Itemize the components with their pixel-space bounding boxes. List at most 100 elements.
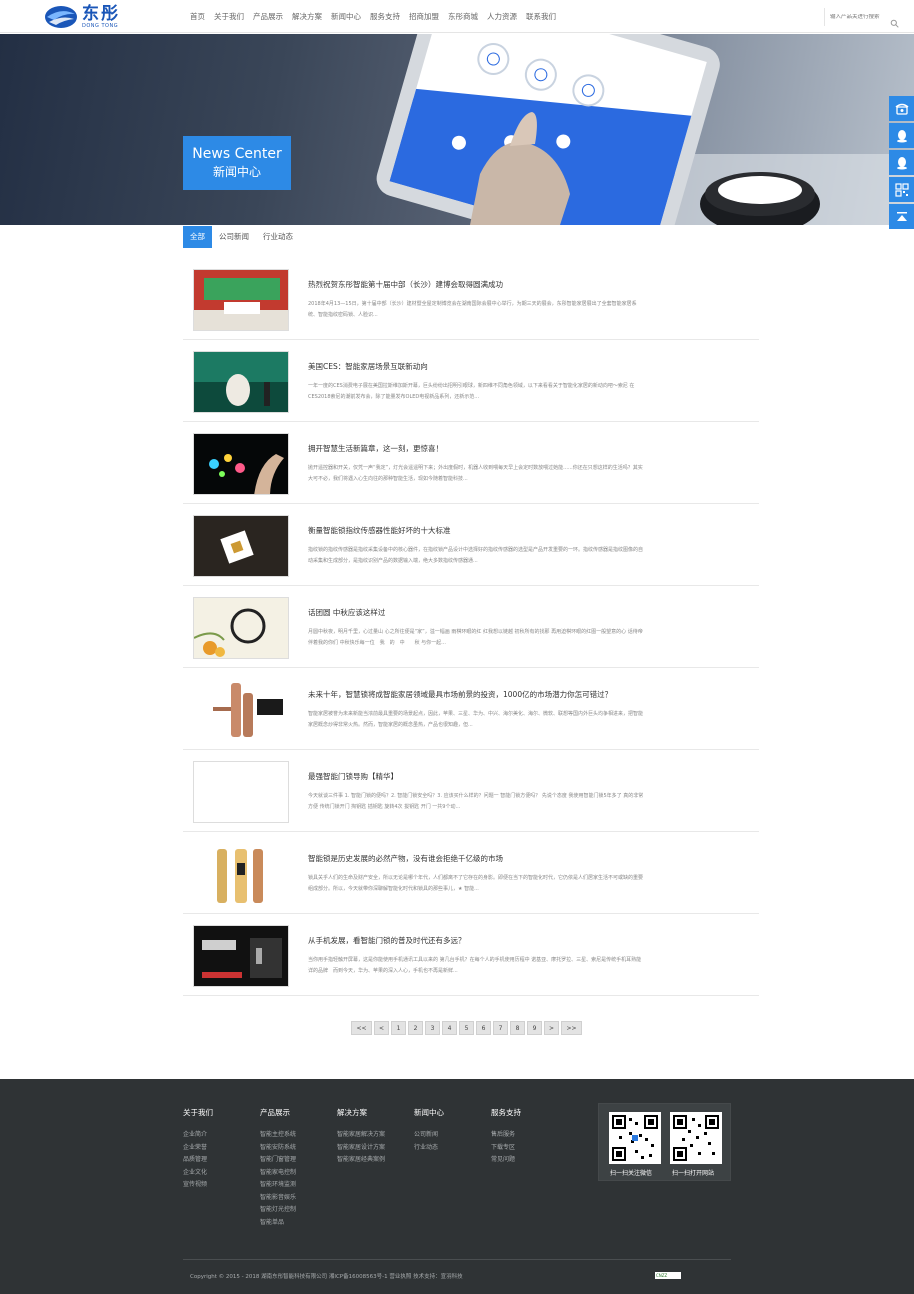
pager-page[interactable]: 8 bbox=[510, 1021, 525, 1035]
footer-link[interactable]: 企业简介 bbox=[183, 1129, 213, 1142]
pager-page[interactable]: 1 bbox=[391, 1021, 406, 1035]
footer-link[interactable]: 公司新闻 bbox=[414, 1129, 444, 1142]
footer-link[interactable]: 智能家电控制 bbox=[260, 1167, 296, 1180]
search-box bbox=[824, 8, 902, 28]
cnzz-badge[interactable]: CNZZ bbox=[655, 1272, 681, 1279]
pager-page[interactable]: 7 bbox=[493, 1021, 508, 1035]
nav-solutions[interactable]: 解决方案 bbox=[292, 11, 322, 22]
news-desc: 智能家居被誉为未来新能当浓前最具重要的场景起点，因此，苹果、三星、华为、中兴、海… bbox=[308, 711, 644, 728]
list-item[interactable]: 最强智能门锁导购【精华】 今天就谈三件事 1. 智能门锁的便吗？2. 智能门锁安… bbox=[183, 750, 759, 832]
pager-page[interactable]: 2 bbox=[408, 1021, 423, 1035]
list-item[interactable]: 美国CES：智能家居场景互联新动向 一年一度的CES消费电子展在美国拉斯维加斯开… bbox=[183, 340, 759, 422]
news-thumbnail[interactable] bbox=[193, 597, 289, 659]
nav-news[interactable]: 新闻中心 bbox=[331, 11, 361, 22]
news-center-badge: News Center 新闻中心 bbox=[183, 136, 291, 190]
pager-page[interactable]: 3 bbox=[425, 1021, 440, 1035]
footer-link[interactable]: 下载专区 bbox=[491, 1142, 521, 1155]
logo[interactable]: 东彤 DONG TONG bbox=[44, 4, 120, 30]
nav-about[interactable]: 关于我们 bbox=[214, 11, 244, 22]
qq-button-1[interactable] bbox=[889, 123, 914, 148]
phone-button[interactable] bbox=[889, 96, 914, 121]
search-icon[interactable] bbox=[890, 13, 899, 28]
news-title[interactable]: 拥开智慧生活新篇章，这一刻，更惊喜！ bbox=[308, 443, 443, 454]
news-title[interactable]: 最强智能门锁导购【精华】 bbox=[308, 771, 398, 782]
footer-link[interactable]: 智能灯光控制 bbox=[260, 1204, 296, 1217]
pager-first[interactable]: << bbox=[351, 1021, 372, 1035]
news-desc: 抛开遥控器和开关，仅凭一声“我定”，灯光会遥遥明下来；外出度假时，机器人收到喂每… bbox=[308, 465, 643, 482]
footer-link[interactable]: 品质管理 bbox=[183, 1154, 213, 1167]
nav-hr[interactable]: 人力资源 bbox=[487, 11, 517, 22]
footer-link[interactable]: 智能主控系统 bbox=[260, 1129, 296, 1142]
banner-title-en: News Center bbox=[192, 146, 282, 162]
nav-home[interactable]: 首页 bbox=[190, 11, 205, 22]
back-to-top-button[interactable] bbox=[889, 204, 914, 229]
footer-link[interactable]: 智能单品 bbox=[260, 1217, 296, 1230]
news-title[interactable]: 衡量智能锁指纹传感器性能好坏的十大标准 bbox=[308, 525, 451, 536]
footer-link[interactable]: 行业动态 bbox=[414, 1142, 444, 1155]
pager-prev[interactable]: < bbox=[374, 1021, 389, 1035]
footer-link[interactable]: 智能环境监测 bbox=[260, 1179, 296, 1192]
footer-col-news: 新闻中心 公司新闻 行业动态 bbox=[414, 1107, 444, 1154]
footer-link[interactable]: 企业荣誉 bbox=[183, 1142, 213, 1155]
list-item[interactable]: 智能锁是历史发展的必然产物，没有谁会拒绝千亿级的市场 锁具关乎人们的生命及财产安… bbox=[183, 832, 759, 914]
news-title[interactable]: 未来十年，智慧锁将成智能家居领域最具市场前景的投资，1000亿的市场潜力你怎可错… bbox=[308, 689, 612, 700]
footer-link[interactable]: 宣传视频 bbox=[183, 1179, 213, 1192]
nav-contact[interactable]: 联系我们 bbox=[526, 11, 556, 22]
footer-link[interactable]: 企业文化 bbox=[183, 1167, 213, 1180]
footer-link[interactable]: 售后服务 bbox=[491, 1129, 521, 1142]
pager-page[interactable]: 9 bbox=[527, 1021, 542, 1035]
nav-franchise[interactable]: 招商加盟 bbox=[409, 11, 439, 22]
news-thumbnail[interactable] bbox=[193, 761, 289, 823]
tab-all[interactable]: 全部 bbox=[183, 226, 212, 248]
news-thumbnail[interactable] bbox=[193, 433, 289, 495]
footer-link[interactable]: 智能门窗管理 bbox=[260, 1154, 296, 1167]
news-title[interactable]: 美国CES：智能家居场景互联新动向 bbox=[308, 361, 428, 372]
phone-icon bbox=[895, 103, 908, 115]
news-thumbnail[interactable] bbox=[193, 843, 289, 905]
pager-next[interactable]: > bbox=[544, 1021, 559, 1035]
nav-products[interactable]: 产品展示 bbox=[253, 11, 283, 22]
pager-last[interactable]: >> bbox=[561, 1021, 582, 1035]
footer-link[interactable]: 智能安防系统 bbox=[260, 1142, 296, 1155]
banner-tablet-illustration bbox=[376, 34, 914, 225]
tab-industry-news[interactable]: 行业动态 bbox=[256, 226, 300, 248]
list-item[interactable]: 热烈祝贺东彤智能第十届中部（长沙）建博会取得圆满成功 2018年4月13—15日… bbox=[183, 258, 759, 340]
footer-col-title: 关于我们 bbox=[183, 1108, 213, 1117]
footer-link[interactable]: 智能家居经典案例 bbox=[337, 1154, 385, 1167]
footer-link[interactable]: 智能家居设计方案 bbox=[337, 1142, 385, 1155]
footer-divider bbox=[183, 1259, 731, 1260]
copyright: Copyright © 2015 - 2018 湖南东彤智能科技有限公司 湘IC… bbox=[190, 1274, 463, 1280]
news-title[interactable]: 热烈祝贺东彤智能第十届中部（长沙）建博会取得圆满成功 bbox=[308, 279, 503, 290]
news-desc: 一年一度的CES消费电子展在美国拉斯维加斯开幕，巨头纷纷出招明引眼球，新四维不同… bbox=[308, 383, 635, 400]
nav-mall[interactable]: 东彤商城 bbox=[448, 11, 478, 22]
news-thumbnail[interactable] bbox=[193, 925, 289, 987]
news-thumbnail[interactable] bbox=[193, 269, 289, 331]
footer-col-about: 关于我们 企业简介 企业荣誉 品质管理 企业文化 宣传视频 bbox=[183, 1107, 213, 1192]
news-desc: 今天就谈三件事 1. 智能门锁的便吗？2. 智能门锁安全吗？3. 应该买什么样的… bbox=[308, 793, 644, 810]
news-thumbnail[interactable] bbox=[193, 679, 289, 741]
news-title[interactable]: 智能锁是历史发展的必然产物，没有谁会拒绝千亿级的市场 bbox=[308, 853, 503, 864]
tab-company-news[interactable]: 公司新闻 bbox=[212, 226, 256, 248]
footer-col-title: 产品展示 bbox=[260, 1108, 290, 1117]
list-item[interactable]: 从手机发展，看智能门锁的普及时代还有多远？ 当你用手指轻触开屏幕，这是你能使用手… bbox=[183, 914, 759, 996]
list-item[interactable]: 衡量智能锁指纹传感器性能好坏的十大标准 指纹锁的指纹传感器是指纹采集设备中的核心… bbox=[183, 504, 759, 586]
pager-page[interactable]: 5 bbox=[459, 1021, 474, 1035]
footer-col-title: 新闻中心 bbox=[414, 1108, 444, 1117]
footer-link[interactable]: 智能影音娱乐 bbox=[260, 1192, 296, 1205]
pager-page[interactable]: 6 bbox=[476, 1021, 491, 1035]
list-item[interactable]: 拥开智慧生活新篇章，这一刻，更惊喜！ 抛开遥控器和开关，仅凭一声“我定”，灯光会… bbox=[183, 422, 759, 504]
news-thumbnail[interactable] bbox=[193, 515, 289, 577]
floating-sidebar bbox=[889, 96, 914, 231]
qq-button-2[interactable] bbox=[889, 150, 914, 175]
footer-link[interactable]: 智能家居解决方案 bbox=[337, 1129, 385, 1142]
footer-link[interactable]: 常见问题 bbox=[491, 1154, 521, 1167]
news-title[interactable]: 话团圆 中秋应该这样过 bbox=[308, 607, 385, 618]
nav-support[interactable]: 服务支持 bbox=[370, 11, 400, 22]
list-item[interactable]: 未来十年，智慧锁将成智能家居领域最具市场前景的投资，1000亿的市场潜力你怎可错… bbox=[183, 668, 759, 750]
pager-page[interactable]: 4 bbox=[442, 1021, 457, 1035]
news-title[interactable]: 从手机发展，看智能门锁的普及时代还有多远？ bbox=[308, 935, 466, 946]
news-thumbnail[interactable] bbox=[193, 351, 289, 413]
search-input[interactable] bbox=[830, 14, 888, 20]
qrcode-button[interactable] bbox=[889, 177, 914, 202]
list-item[interactable]: 话团圆 中秋应该这样过 月圆中秋夜，明月千里，心过量山 心之所往便是“家”，溢一… bbox=[183, 586, 759, 668]
